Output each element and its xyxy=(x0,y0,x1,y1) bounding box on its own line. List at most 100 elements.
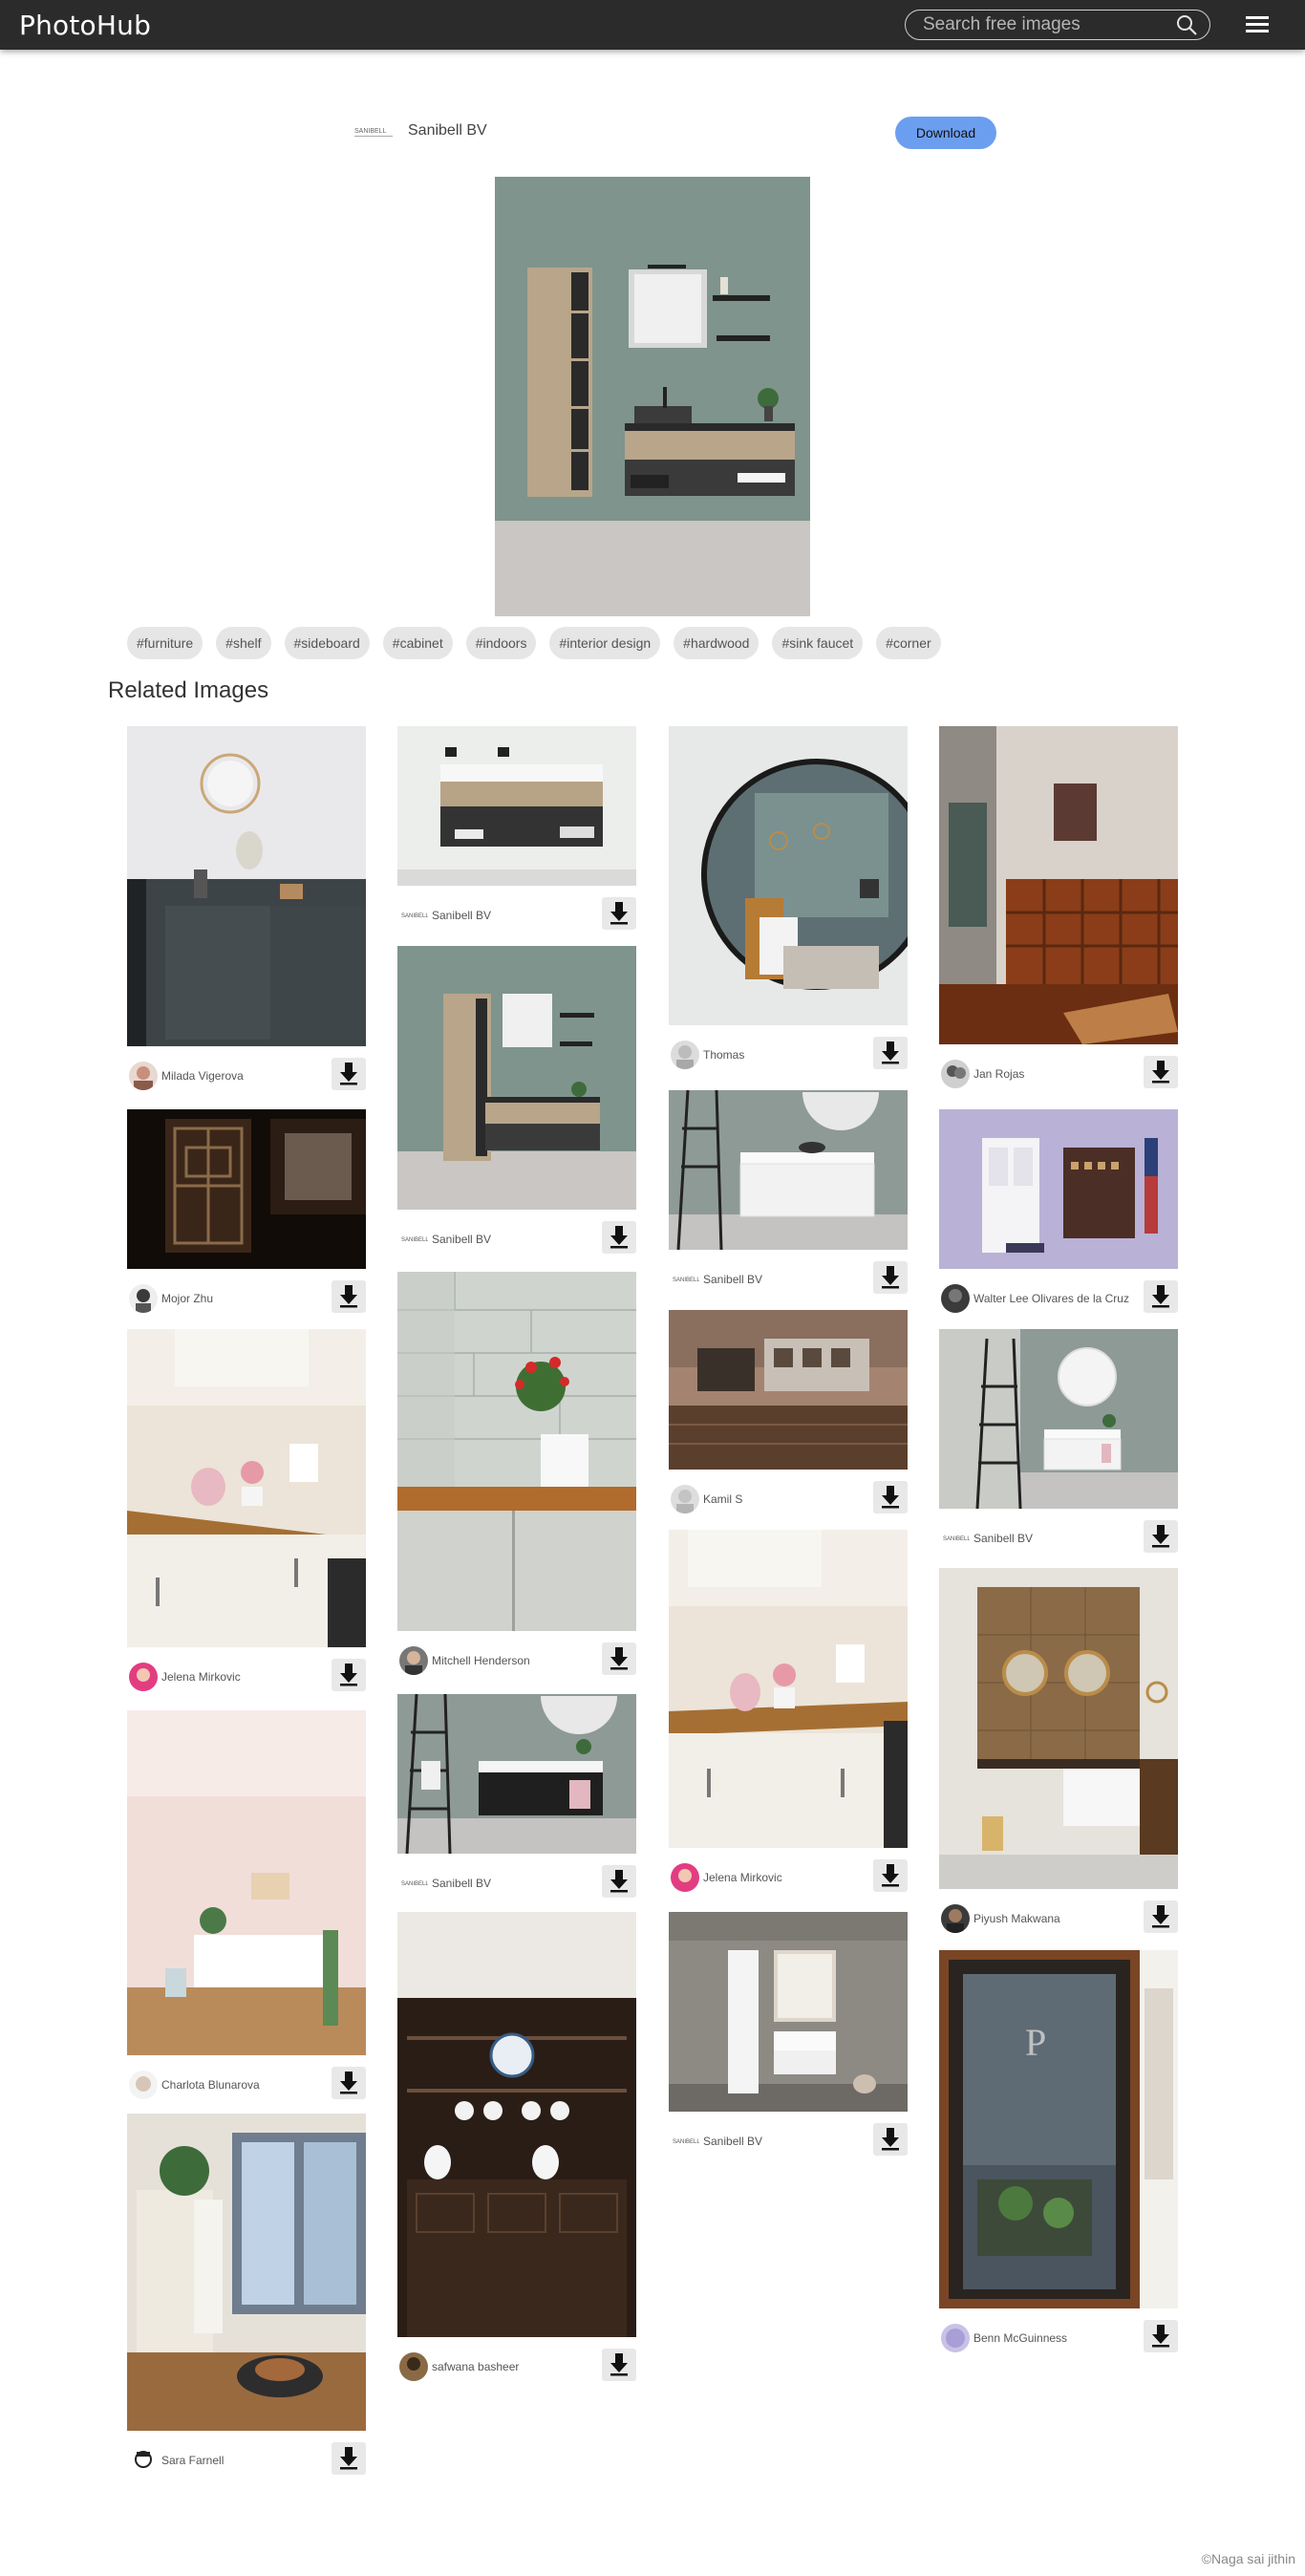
user-name[interactable]: Sanibell BV xyxy=(432,1233,491,1246)
user-name[interactable]: Mojor Zhu xyxy=(161,1292,213,1305)
related-image[interactable]: P xyxy=(939,1950,1178,2308)
download-icon[interactable] xyxy=(602,2349,636,2381)
user-avatar[interactable] xyxy=(129,2071,158,2099)
related-image[interactable] xyxy=(397,1694,636,1854)
brand-logo[interactable]: PhotoHub xyxy=(19,10,151,41)
user-name[interactable]: safwana basheer xyxy=(432,2360,519,2373)
user-name[interactable]: Sanibell BV xyxy=(703,1273,762,1286)
author-name[interactable]: Sanibell BV xyxy=(408,122,487,140)
download-icon[interactable] xyxy=(1144,1520,1178,1553)
top-navbar: PhotoHub xyxy=(0,0,1305,50)
download-icon[interactable] xyxy=(332,2067,366,2099)
search-icon[interactable] xyxy=(1175,13,1198,36)
user-name[interactable]: Sanibell BV xyxy=(432,909,491,922)
user-name[interactable]: Charlota Blunarova xyxy=(161,2078,260,2092)
tag-chip[interactable]: #furniture xyxy=(127,627,203,659)
user-avatar[interactable]: SANIBELL xyxy=(941,1524,970,1553)
related-image[interactable] xyxy=(127,1329,366,1647)
user-name[interactable]: Kamil S xyxy=(703,1492,742,1506)
tag-chip[interactable]: #sink faucet xyxy=(772,627,864,659)
download-icon[interactable] xyxy=(873,1261,908,1294)
related-image[interactable] xyxy=(669,726,908,1025)
related-image[interactable] xyxy=(127,726,366,1046)
search-input[interactable] xyxy=(923,14,1162,35)
user-avatar[interactable] xyxy=(399,1646,428,1675)
download-icon[interactable] xyxy=(602,1865,636,1898)
tag-chip[interactable]: #corner xyxy=(876,627,941,659)
download-icon[interactable] xyxy=(1144,1056,1178,1088)
user-name[interactable]: Piyush Makwana xyxy=(973,1912,1060,1925)
user-avatar[interactable] xyxy=(129,1062,158,1090)
related-image[interactable] xyxy=(939,1329,1178,1509)
user-name[interactable]: Sanibell BV xyxy=(973,1532,1033,1545)
tag-chip[interactable]: #shelf xyxy=(216,627,271,659)
user-avatar[interactable]: SANIBELL xyxy=(399,1225,428,1254)
user-avatar[interactable] xyxy=(941,1284,970,1313)
download-icon[interactable] xyxy=(602,897,636,930)
user-avatar[interactable] xyxy=(671,1041,699,1069)
user-avatar[interactable] xyxy=(941,2324,970,2352)
download-icon[interactable] xyxy=(873,1037,908,1069)
related-image[interactable] xyxy=(669,1310,908,1470)
user-name[interactable]: Jelena Mirkovic xyxy=(703,1871,782,1884)
user-avatar[interactable]: SANIBELL xyxy=(671,2127,699,2156)
related-image[interactable] xyxy=(669,1530,908,1848)
download-icon[interactable] xyxy=(1144,1900,1178,1933)
tag-chip[interactable]: #indoors xyxy=(465,627,537,659)
user-avatar[interactable] xyxy=(129,1284,158,1313)
related-image[interactable] xyxy=(397,1912,636,2337)
related-image[interactable] xyxy=(397,1272,636,1631)
user-name[interactable]: Sanibell BV xyxy=(703,2135,762,2148)
user-name[interactable]: Jelena Mirkovic xyxy=(161,1670,241,1684)
download-icon[interactable] xyxy=(332,1280,366,1313)
related-image[interactable] xyxy=(669,1090,908,1250)
user-name[interactable]: Milada Vigerova xyxy=(161,1069,244,1083)
user-name[interactable]: Mitchell Henderson xyxy=(432,1654,530,1667)
related-image-card: Jelena Mirkovic xyxy=(127,1329,366,1693)
user-avatar[interactable] xyxy=(129,1663,158,1691)
related-image[interactable] xyxy=(127,2114,366,2431)
user-name[interactable]: Sanibell BV xyxy=(432,1877,491,1890)
user-avatar[interactable] xyxy=(129,2446,158,2475)
download-icon[interactable] xyxy=(332,1058,366,1090)
download-icon[interactable] xyxy=(873,1859,908,1892)
user-avatar[interactable]: SANIBELL xyxy=(399,901,428,930)
user-name[interactable]: Benn McGuinness xyxy=(973,2331,1067,2345)
tag-chip[interactable]: #hardwood xyxy=(674,627,759,659)
related-image[interactable] xyxy=(127,1109,366,1269)
hamburger-menu-icon[interactable] xyxy=(1244,13,1271,36)
tag-chip[interactable]: #interior design xyxy=(549,627,661,659)
user-avatar[interactable] xyxy=(941,1060,970,1088)
user-avatar[interactable] xyxy=(941,1904,970,1933)
download-icon[interactable] xyxy=(602,1642,636,1675)
related-image[interactable] xyxy=(939,1109,1178,1269)
user-avatar[interactable] xyxy=(399,2352,428,2381)
tag-chip[interactable]: #cabinet xyxy=(382,627,453,659)
download-icon[interactable] xyxy=(332,2442,366,2475)
download-icon[interactable] xyxy=(873,1481,908,1513)
download-icon[interactable] xyxy=(602,1221,636,1254)
tag-chip[interactable]: #sideboard xyxy=(284,627,370,659)
download-icon[interactable] xyxy=(873,2123,908,2156)
related-image[interactable] xyxy=(939,726,1178,1044)
download-icon[interactable] xyxy=(1144,2320,1178,2352)
author-logo[interactable]: SANIBELL xyxy=(353,124,394,140)
footer-credit: ©Naga sai jithin xyxy=(1201,2551,1295,2566)
user-name[interactable]: Jan Rojas xyxy=(973,1067,1024,1081)
user-avatar[interactable] xyxy=(671,1485,699,1513)
related-image[interactable] xyxy=(669,1912,908,2112)
user-name[interactable]: Walter Lee Olivares de la Cruz xyxy=(973,1292,1129,1305)
user-avatar[interactable]: SANIBELL xyxy=(399,1869,428,1898)
user-name[interactable]: Thomas xyxy=(703,1048,744,1062)
related-image-card: Walter Lee Olivares de la Cruz xyxy=(939,1109,1178,1315)
download-icon[interactable] xyxy=(1144,1280,1178,1313)
user-name[interactable]: Sara Farnell xyxy=(161,2454,224,2467)
related-image[interactable] xyxy=(397,726,636,886)
user-avatar[interactable] xyxy=(671,1863,699,1892)
download-icon[interactable] xyxy=(332,1659,366,1691)
related-image[interactable] xyxy=(397,946,636,1210)
download-button[interactable]: Download xyxy=(895,117,996,149)
user-avatar[interactable]: SANIBELL xyxy=(671,1265,699,1294)
related-image[interactable] xyxy=(127,1710,366,2055)
related-image[interactable] xyxy=(939,1568,1178,1889)
